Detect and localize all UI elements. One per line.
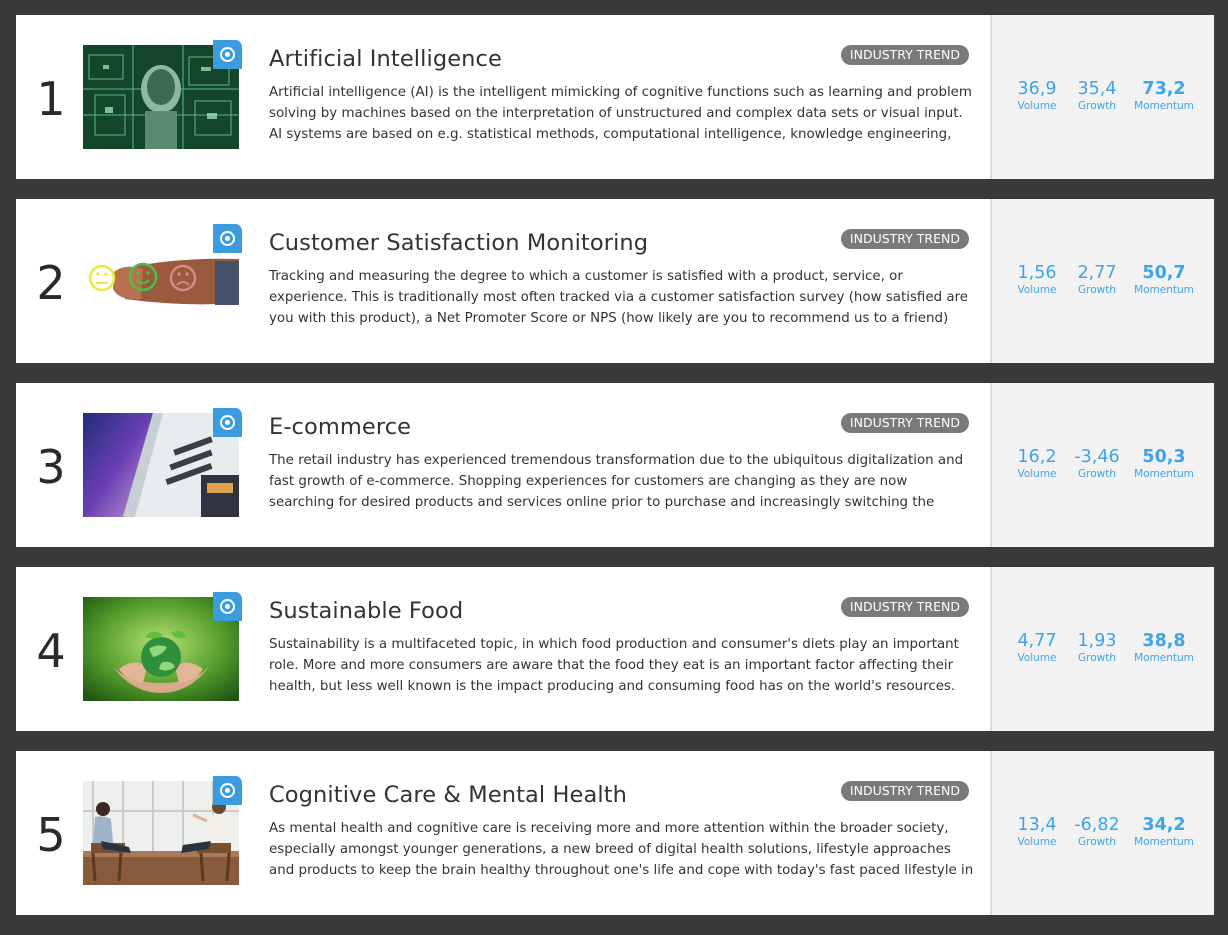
- growth-stat: 35,4 Growth: [1070, 78, 1124, 112]
- growth-label: Growth: [1077, 652, 1116, 664]
- volume-stat: 4,77 Volume: [1010, 630, 1064, 664]
- trend-title[interactable]: Cognitive Care & Mental Health: [269, 779, 627, 811]
- momentum-stat: 50,3 Momentum: [1132, 446, 1196, 480]
- growth-stat: -3,46 Growth: [1070, 446, 1124, 480]
- track-trend-button[interactable]: [213, 408, 242, 437]
- growth-value: -6,82: [1074, 815, 1120, 835]
- trend-card-main[interactable]: 2 Customer Satisfaction Monitoring INDUS…: [16, 199, 990, 363]
- trend-type-badge: INDUSTRY TREND: [840, 229, 969, 249]
- momentum-label: Momentum: [1134, 836, 1194, 848]
- trend-rank: 1: [36, 72, 66, 126]
- trend-stats: 36,9 Volume 35,4 Growth 73,2 Momentum: [990, 15, 1214, 179]
- volume-stat: 13,4 Volume: [1010, 814, 1064, 848]
- trend-rank: 4: [36, 624, 66, 678]
- target-icon: [220, 231, 235, 246]
- trend-rank: 3: [36, 440, 66, 494]
- trend-description: Tracking and measuring the degree to whi…: [269, 269, 969, 326]
- volume-stat: 1,56 Volume: [1010, 262, 1064, 296]
- trend-title[interactable]: Sustainable Food: [269, 595, 463, 627]
- trend-rank: 2: [36, 256, 66, 310]
- volume-label: Volume: [1017, 836, 1057, 848]
- track-trend-button[interactable]: [213, 592, 242, 621]
- growth-label: Growth: [1077, 100, 1116, 112]
- trend-stats: 4,77 Volume 1,93 Growth 38,8 Momentum: [990, 567, 1214, 731]
- track-trend-button[interactable]: [213, 776, 242, 805]
- volume-label: Volume: [1017, 284, 1057, 296]
- volume-value: 1,56: [1017, 263, 1057, 283]
- volume-value: 16,2: [1017, 447, 1057, 467]
- volume-label: Volume: [1017, 652, 1057, 664]
- trend-title[interactable]: Artificial Intelligence: [269, 43, 502, 75]
- growth-stat: 1,93 Growth: [1070, 630, 1124, 664]
- trend-stats: 16,2 Volume -3,46 Growth 50,3 Momentum: [990, 383, 1214, 547]
- trend-list: 1 Artificial Intelligence INDUSTRY TREND…: [16, 15, 1214, 935]
- track-trend-button[interactable]: [213, 224, 242, 253]
- trend-stats: 1,56 Volume 2,77 Growth 50,7 Momentum: [990, 199, 1214, 363]
- target-icon: [220, 599, 235, 614]
- trend-card-main[interactable]: 5 Cognitive Care & Mental Health INDUSTR…: [16, 751, 990, 915]
- momentum-label: Momentum: [1134, 652, 1194, 664]
- trend-card-main[interactable]: 4 Sustainable Food INDUSTRY TREND Sustai…: [16, 567, 990, 731]
- volume-value: 13,4: [1017, 815, 1057, 835]
- momentum-stat: 50,7 Momentum: [1132, 262, 1196, 296]
- momentum-label: Momentum: [1134, 468, 1194, 480]
- momentum-value: 38,8: [1142, 631, 1186, 651]
- growth-stat: -6,82 Growth: [1070, 814, 1124, 848]
- volume-label: Volume: [1017, 100, 1057, 112]
- growth-label: Growth: [1077, 836, 1116, 848]
- trend-card-main[interactable]: 3 E-commerce INDUSTRY TREND The retail i…: [16, 383, 990, 547]
- target-icon: [220, 47, 235, 62]
- momentum-stat: 73,2 Momentum: [1132, 78, 1196, 112]
- trend-type-badge: INDUSTRY TREND: [840, 45, 969, 65]
- track-trend-button[interactable]: [213, 40, 242, 69]
- growth-value: 2,77: [1077, 263, 1117, 283]
- volume-value: 36,9: [1017, 79, 1057, 99]
- trend-stats: 13,4 Volume -6,82 Growth 34,2 Momentum: [990, 751, 1214, 915]
- momentum-label: Momentum: [1134, 100, 1194, 112]
- growth-value: -3,46: [1074, 447, 1120, 467]
- trend-title[interactable]: E-commerce: [269, 411, 411, 443]
- momentum-stat: 38,8 Momentum: [1132, 630, 1196, 664]
- growth-value: 35,4: [1077, 79, 1117, 99]
- trend-type-badge: INDUSTRY TREND: [840, 597, 969, 617]
- momentum-value: 73,2: [1142, 79, 1186, 99]
- trend-card[interactable]: 3 E-commerce INDUSTRY TREND The retail i…: [16, 383, 1214, 547]
- trend-card[interactable]: 1 Artificial Intelligence INDUSTRY TREND…: [16, 15, 1214, 179]
- momentum-value: 50,3: [1142, 447, 1186, 467]
- target-icon: [220, 783, 235, 798]
- trend-description: Sustainability is a multifaceted topic, …: [269, 637, 959, 694]
- momentum-label: Momentum: [1134, 284, 1194, 296]
- volume-stat: 36,9 Volume: [1010, 78, 1064, 112]
- volume-label: Volume: [1017, 468, 1057, 480]
- volume-stat: 16,2 Volume: [1010, 446, 1064, 480]
- trend-description: As mental health and cognitive care is r…: [269, 821, 974, 878]
- growth-label: Growth: [1077, 284, 1116, 296]
- momentum-value: 50,7: [1142, 263, 1186, 283]
- trend-title[interactable]: Customer Satisfaction Monitoring: [269, 227, 648, 259]
- trend-card[interactable]: 4 Sustainable Food INDUSTRY TREND Sustai…: [16, 567, 1214, 731]
- growth-label: Growth: [1077, 468, 1116, 480]
- growth-value: 1,93: [1077, 631, 1117, 651]
- trend-rank: 5: [36, 808, 66, 862]
- trend-type-badge: INDUSTRY TREND: [840, 781, 969, 801]
- trend-type-badge: INDUSTRY TREND: [840, 413, 969, 433]
- momentum-value: 34,2: [1142, 815, 1186, 835]
- trend-description: The retail industry has experienced trem…: [269, 453, 964, 510]
- target-icon: [220, 415, 235, 430]
- trend-card-main[interactable]: 1 Artificial Intelligence INDUSTRY TREND…: [16, 15, 990, 179]
- momentum-stat: 34,2 Momentum: [1132, 814, 1196, 848]
- trend-card[interactable]: 5 Cognitive Care & Mental Health INDUSTR…: [16, 751, 1214, 915]
- trend-card[interactable]: 2 Customer Satisfaction Monitoring INDUS…: [16, 199, 1214, 363]
- volume-value: 4,77: [1017, 631, 1057, 651]
- growth-stat: 2,77 Growth: [1070, 262, 1124, 296]
- trend-description: Artificial intelligence (AI) is the inte…: [269, 85, 972, 142]
